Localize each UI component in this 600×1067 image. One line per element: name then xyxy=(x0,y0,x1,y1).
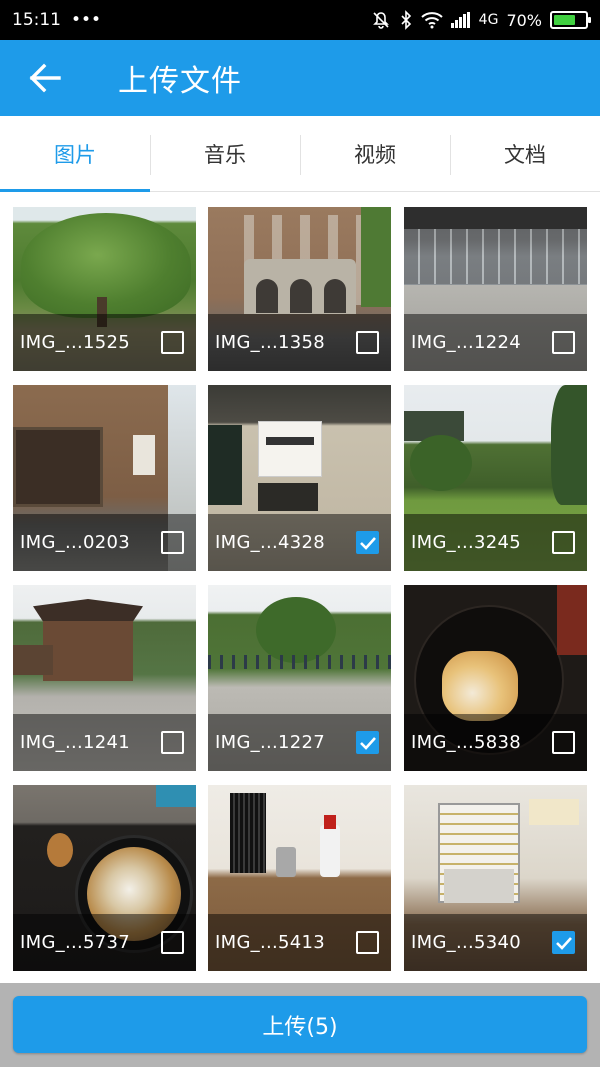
photo-name: IMG_...1358 xyxy=(215,332,326,353)
tab-video[interactable]: 视频 xyxy=(300,116,450,191)
back-button[interactable] xyxy=(0,40,90,116)
photo-checkbox[interactable] xyxy=(161,531,184,554)
battery-percent: 70% xyxy=(506,10,542,30)
status-bar: 15:11 ••• 4G 70% xyxy=(0,0,600,40)
photo-name: IMG_...4328 xyxy=(215,532,326,553)
app-bar: 上传文件 xyxy=(0,40,600,116)
photo-caption: IMG_...0203 xyxy=(13,514,196,571)
photo-caption: IMG_...5838 xyxy=(404,714,587,771)
photo-checkbox[interactable] xyxy=(161,331,184,354)
battery-level xyxy=(554,15,575,25)
tab-bar: 图片 音乐 视频 文档 xyxy=(0,116,600,192)
photo-checkbox[interactable] xyxy=(356,731,379,754)
photo-caption: IMG_...1224 xyxy=(404,314,587,371)
tab-images[interactable]: 图片 xyxy=(0,116,150,192)
photo-thumbnail[interactable]: IMG_...5340 xyxy=(404,785,587,971)
checkmark-icon xyxy=(359,736,376,750)
photo-thumbnail[interactable]: IMG_...1241 xyxy=(13,585,196,771)
tab-label: 图片 xyxy=(54,142,96,167)
photo-thumbnail[interactable]: IMG_...4328 xyxy=(208,385,391,571)
tab-music[interactable]: 音乐 xyxy=(150,116,300,191)
photo-name: IMG_...5737 xyxy=(20,932,131,953)
photo-checkbox[interactable] xyxy=(552,531,575,554)
checkmark-icon xyxy=(359,536,376,550)
photo-thumbnail[interactable]: IMG_...5737 xyxy=(13,785,196,971)
photo-name: IMG_...3245 xyxy=(411,532,522,553)
arrow-left-icon xyxy=(29,63,61,93)
more-notifications-icon: ••• xyxy=(71,10,102,30)
bluetooth-icon xyxy=(399,10,413,30)
photo-name: IMG_...5413 xyxy=(215,932,326,953)
photo-checkbox[interactable] xyxy=(552,331,575,354)
wifi-icon xyxy=(421,11,443,29)
mute-icon xyxy=(371,10,391,30)
photo-name: IMG_...1241 xyxy=(20,732,131,753)
signal-icon xyxy=(450,12,471,28)
tab-label: 文档 xyxy=(504,142,546,167)
photo-name: IMG_...5340 xyxy=(411,932,522,953)
tab-documents[interactable]: 文档 xyxy=(450,116,600,191)
photo-thumbnail[interactable]: IMG_...1525 xyxy=(13,207,196,371)
photo-thumbnail[interactable]: IMG_...1227 xyxy=(208,585,391,771)
tab-label: 音乐 xyxy=(204,142,246,167)
photo-thumbnail[interactable]: IMG_...5413 xyxy=(208,785,391,971)
photo-checkbox[interactable] xyxy=(161,931,184,954)
photo-caption: IMG_...5413 xyxy=(208,914,391,971)
photo-thumbnail[interactable]: IMG_...1224 xyxy=(404,207,587,371)
clock: 15:11 xyxy=(12,10,61,30)
photo-name: IMG_...5838 xyxy=(411,732,522,753)
photo-checkbox[interactable] xyxy=(356,331,379,354)
tab-label: 视频 xyxy=(354,142,396,167)
photo-caption: IMG_...5340 xyxy=(404,914,587,971)
photo-thumbnail[interactable]: IMG_...3245 xyxy=(404,385,587,571)
photo-grid: IMG_...1525 IMG_...1358 IMG_...1224 IMG_… xyxy=(0,193,600,983)
photo-caption: IMG_...4328 xyxy=(208,514,391,571)
photo-checkbox[interactable] xyxy=(161,731,184,754)
network-type: 4G xyxy=(478,12,499,28)
upload-button[interactable]: 上传(5) xyxy=(13,996,587,1053)
bottom-bar: 上传(5) xyxy=(0,983,600,1067)
photo-name: IMG_...1224 xyxy=(411,332,522,353)
photo-caption: IMG_...5737 xyxy=(13,914,196,971)
photo-caption: IMG_...1525 xyxy=(13,314,196,371)
photo-caption: IMG_...1241 xyxy=(13,714,196,771)
checkmark-icon xyxy=(555,936,572,950)
battery-icon xyxy=(550,11,591,29)
page-title: 上传文件 xyxy=(118,64,242,99)
photo-checkbox[interactable] xyxy=(552,931,575,954)
photo-thumbnail[interactable]: IMG_...1358 xyxy=(208,207,391,371)
photo-thumbnail[interactable]: IMG_...0203 xyxy=(13,385,196,571)
photo-checkbox[interactable] xyxy=(552,731,575,754)
photo-caption: IMG_...1227 xyxy=(208,714,391,771)
photo-name: IMG_...1525 xyxy=(20,332,131,353)
photo-checkbox[interactable] xyxy=(356,931,379,954)
photo-thumbnail[interactable]: IMG_...5838 xyxy=(404,585,587,771)
photo-name: IMG_...0203 xyxy=(20,532,131,553)
photo-checkbox[interactable] xyxy=(356,531,379,554)
photo-name: IMG_...1227 xyxy=(215,732,326,753)
photo-caption: IMG_...3245 xyxy=(404,514,587,571)
photo-caption: IMG_...1358 xyxy=(208,314,391,371)
